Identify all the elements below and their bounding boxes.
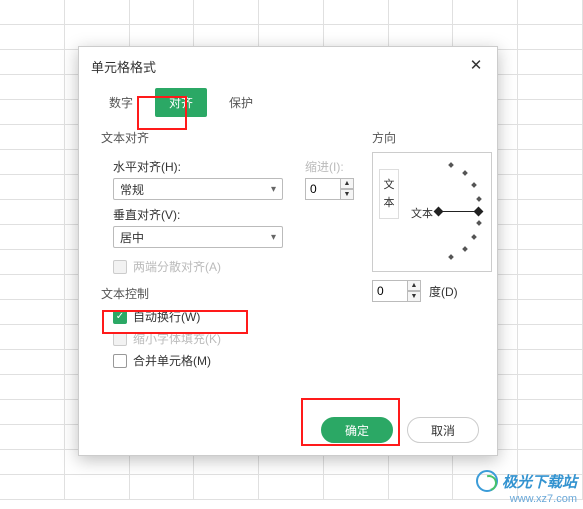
section-text-control: 文本控制 bbox=[101, 285, 354, 302]
dialog-title: 单元格格式 bbox=[91, 57, 467, 76]
vertical-align-label: 垂直对齐(V): bbox=[113, 206, 354, 223]
wrap-text-label: 自动换行(W) bbox=[133, 308, 200, 325]
orientation-box[interactable]: 文本 文本 bbox=[372, 152, 492, 272]
justify-distributed-label: 两端分散对齐(A) bbox=[133, 258, 221, 275]
orientation-vertical-text[interactable]: 文本 bbox=[379, 169, 399, 219]
watermark: 极光下载站 www.xz7.com bbox=[476, 470, 577, 505]
horizontal-align-select[interactable]: 常规 bbox=[113, 178, 283, 200]
merge-cells-checkbox[interactable] bbox=[113, 354, 127, 368]
degree-label: 度(D) bbox=[429, 283, 458, 300]
tab-align[interactable]: 对齐 bbox=[155, 88, 207, 117]
tab-protect[interactable]: 保护 bbox=[215, 88, 267, 117]
horizontal-align-label: 水平对齐(H): bbox=[113, 158, 283, 175]
shrink-fit-checkbox bbox=[113, 332, 127, 346]
justify-distributed-checkbox bbox=[113, 260, 127, 274]
watermark-logo-icon bbox=[476, 470, 498, 492]
tab-number[interactable]: 数字 bbox=[95, 88, 147, 117]
horizontal-align-value: 常规 bbox=[120, 181, 144, 198]
watermark-name: 极光下载站 bbox=[502, 471, 577, 492]
vertical-align-select[interactable]: 居中 bbox=[113, 226, 283, 248]
indent-input[interactable] bbox=[305, 178, 341, 200]
degree-input[interactable] bbox=[372, 280, 408, 302]
diamond-icon bbox=[434, 207, 444, 217]
shrink-fit-label: 缩小字体填充(K) bbox=[133, 330, 221, 347]
section-orientation: 方向 bbox=[372, 129, 492, 146]
wrap-text-checkbox[interactable]: ✓ bbox=[113, 310, 127, 324]
vertical-align-value: 居中 bbox=[120, 229, 144, 246]
orientation-arc[interactable]: 文本 bbox=[407, 159, 487, 265]
indent-spinner[interactable]: ▲ ▼ bbox=[305, 178, 354, 200]
close-icon[interactable]: ✕ bbox=[467, 58, 485, 76]
section-text-align: 文本对齐 bbox=[101, 129, 354, 146]
indent-up-icon[interactable]: ▲ bbox=[340, 178, 354, 189]
degree-down-icon[interactable]: ▼ bbox=[407, 291, 421, 302]
watermark-url: www.xz7.com bbox=[476, 493, 577, 505]
indent-label: 缩进(I): bbox=[305, 158, 354, 175]
orientation-arc-label: 文本 bbox=[411, 205, 433, 221]
dialog-footer: 确定 取消 bbox=[321, 417, 479, 443]
titlebar: 单元格格式 ✕ bbox=[79, 47, 497, 82]
ok-button[interactable]: 确定 bbox=[321, 417, 393, 443]
indent-down-icon[interactable]: ▼ bbox=[340, 189, 354, 200]
tabs: 数字 对齐 保护 bbox=[79, 82, 497, 121]
degree-up-icon[interactable]: ▲ bbox=[407, 280, 421, 291]
merge-cells-label: 合并单元格(M) bbox=[133, 352, 211, 369]
cell-format-dialog: 单元格格式 ✕ 数字 对齐 保护 文本对齐 水平对齐(H): 常规 缩进(I): bbox=[78, 46, 498, 456]
degree-spinner[interactable]: ▲ ▼ bbox=[372, 280, 421, 302]
cancel-button[interactable]: 取消 bbox=[407, 417, 479, 443]
diamond-icon bbox=[474, 207, 484, 217]
